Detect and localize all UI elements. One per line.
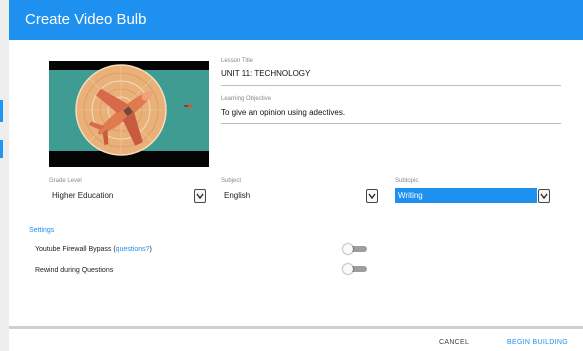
dialog-titlebar: Create Video Bulb: [9, 0, 583, 40]
chevron-down-icon[interactable]: [538, 189, 550, 203]
toggle-knob: [343, 264, 353, 274]
youtube-firewall-bypass-label-suffix: ): [149, 246, 152, 253]
youtube-firewall-bypass-row: Youtube Firewall Bypass (questions?): [35, 246, 152, 253]
lesson-title-label: Lesson Title: [221, 58, 254, 64]
subtopic-label: Subtopic: [395, 178, 419, 184]
rewind-during-questions-label: Rewind during Questions: [35, 267, 114, 274]
background-accent-mark: [0, 140, 3, 158]
chevron-down-icon[interactable]: [366, 189, 378, 203]
youtube-firewall-bypass-label: Youtube Firewall Bypass (: [35, 246, 116, 253]
subtopic-value: Writing: [398, 191, 423, 200]
learning-objective-underline: [221, 123, 561, 124]
video-thumbnail[interactable]: [49, 61, 209, 167]
chevron-down-icon[interactable]: [194, 189, 206, 203]
airplane-illustration: [49, 61, 209, 167]
subject-value: English: [224, 191, 251, 200]
rewind-during-questions-row: Rewind during Questions: [35, 267, 113, 274]
create-video-bulb-dialog: Create Video Bulb Lesson Title UNIT 11: …: [9, 0, 583, 351]
cancel-button[interactable]: CANCEL: [439, 339, 469, 346]
subject-select[interactable]: English: [221, 187, 381, 204]
learning-objective-label: Learning Objective: [221, 96, 272, 102]
lesson-title-underline: [221, 85, 561, 86]
rewind-during-questions-toggle[interactable]: [343, 264, 367, 274]
settings-heading: Settings: [29, 227, 55, 234]
questions-help-link[interactable]: questions?: [116, 246, 150, 253]
footer-divider: [9, 326, 583, 329]
lesson-title-input[interactable]: UNIT 11: TECHNOLOGY: [221, 69, 310, 78]
toggle-knob: [343, 244, 353, 254]
subtopic-select[interactable]: Writing: [395, 187, 551, 204]
grade-level-label: Grade Level: [49, 178, 82, 184]
subject-label: Subject: [221, 178, 242, 184]
dialog-title: Create Video Bulb: [25, 11, 147, 28]
background-page-strip: [0, 0, 9, 351]
grade-level-value: Higher Education: [52, 191, 114, 200]
grade-level-select[interactable]: Higher Education: [49, 187, 209, 204]
youtube-firewall-bypass-toggle[interactable]: [343, 244, 367, 254]
background-accent-mark: [0, 100, 3, 122]
begin-building-button[interactable]: BEGIN BUILDING: [507, 339, 568, 346]
learning-objective-input[interactable]: To give an opinion using adectives.: [221, 108, 345, 117]
